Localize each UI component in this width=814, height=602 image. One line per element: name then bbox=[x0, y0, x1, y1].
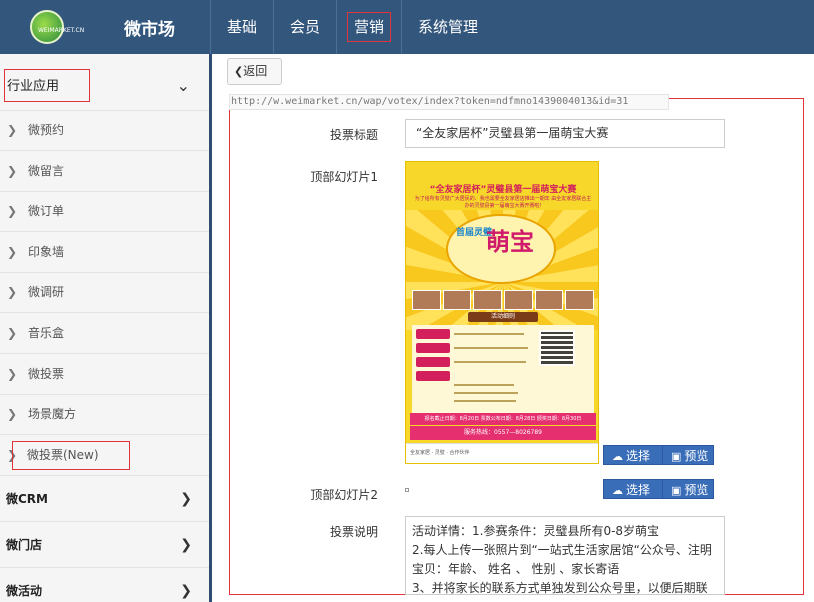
cloud-upload-icon: ☁ bbox=[612, 450, 623, 463]
poster-tag bbox=[416, 343, 450, 353]
top-slide1-label: 顶部幻灯片1 bbox=[310, 170, 378, 184]
qr-code bbox=[539, 330, 575, 366]
sidebar-item-label: 音乐盒 bbox=[28, 326, 65, 340]
sidebar: 行业应用 ⌄ ❯ 微预约 ❯ 微留言 ❯ 微订单 ❯ 印象墙 ❯ 微调研 ❯ 音乐盒 ❯ 微投… bbox=[0, 54, 212, 602]
poster-line bbox=[454, 347, 528, 349]
select-label: 选择 bbox=[626, 449, 651, 463]
poster-tag bbox=[416, 329, 450, 339]
top-slide2-label: 顶部幻灯片2 bbox=[310, 488, 378, 502]
sidebar-item-label: 微订单 bbox=[28, 204, 65, 218]
sidebar-item-toupiao-new[interactable]: ❯ 微投票(New) bbox=[0, 435, 206, 475]
preview-label: 预览 bbox=[684, 483, 709, 497]
top-slide1-image: “全友家居杯”灵璧县第一届萌宝大赛 为了给所有灵璧广大居民的、我也需要全友家居店… bbox=[405, 161, 599, 464]
sidebar-item-liuyan[interactable]: ❯ 微留言 bbox=[0, 151, 206, 191]
sidebar-item-yinyuehe[interactable]: ❯ 音乐盒 bbox=[0, 313, 206, 353]
chevron-right-icon: ❯ bbox=[7, 245, 18, 259]
logo-text: WEIMARKET.CN bbox=[38, 27, 85, 34]
app-title: 微市场 bbox=[124, 20, 175, 40]
nav-marketing[interactable]: 营销 bbox=[336, 0, 401, 54]
chevron-right-icon: ❯ bbox=[7, 123, 18, 137]
cloud-upload-icon: ☁ bbox=[612, 484, 623, 497]
top-slide2-image bbox=[405, 488, 409, 492]
select-button-2[interactable]: ☁ 选择 bbox=[603, 479, 663, 499]
sidebar-item-yuyue[interactable]: ❯ 微预约 bbox=[0, 110, 206, 150]
sidebar-item-label: 印象墙 bbox=[28, 245, 65, 259]
poster-subline: 为了给所有灵璧广大居民的、我也需要全友家居店推出一期年 由全友家居联合主办的灵璧… bbox=[414, 196, 592, 209]
chevron-right-icon: ❯ bbox=[7, 204, 18, 218]
description-line: 3、并将家长的联系方式单独发到公众号里，以便后期联 bbox=[412, 581, 708, 595]
poster-line bbox=[454, 384, 514, 386]
description-line: 活动详情：1.参赛条件：灵璧县所有0-8岁萌宝 bbox=[412, 524, 660, 538]
sidebar-item-dingdan[interactable]: ❯ 微订单 bbox=[0, 191, 206, 231]
sidebar-group-label: 微活动 bbox=[6, 584, 43, 598]
poster-line bbox=[454, 361, 526, 363]
description-line: 宝贝：年龄、 姓名 、 性别 、家长寄语 bbox=[412, 562, 620, 576]
poster-line bbox=[454, 392, 518, 394]
sidebar-item-label: 微投票 bbox=[28, 367, 65, 381]
chevron-down-icon: ⌄ bbox=[176, 76, 190, 95]
sidebar-section-title: 行业应用 bbox=[4, 69, 90, 102]
poster-headline: “全友家居杯”灵璧县第一届萌宝大赛 bbox=[429, 185, 577, 195]
poster-line bbox=[454, 333, 524, 335]
divider bbox=[0, 475, 209, 476]
poster-photo-strip bbox=[412, 290, 595, 310]
sidebar-group-activity[interactable]: 微活动 ❯ bbox=[0, 569, 206, 602]
sidebar-item-label: 场景魔方 bbox=[28, 407, 77, 421]
nav-marketing-label: 营销 bbox=[347, 12, 392, 42]
chevron-right-icon: ❯ bbox=[7, 326, 18, 340]
chevron-right-icon: ❯ bbox=[180, 491, 192, 507]
select-label: 选择 bbox=[626, 483, 651, 497]
sidebar-group-store[interactable]: 微门店 ❯ bbox=[0, 523, 206, 567]
vote-title-label: 投票标题 bbox=[329, 128, 378, 142]
divider bbox=[0, 567, 209, 568]
poster-phone: 服务热线：0557—8026789 bbox=[410, 426, 596, 440]
vote-title-input[interactable]: “全友家居杯”灵璧县第一届萌宝大赛 bbox=[405, 119, 725, 148]
sidebar-item-label: 微投票(New) bbox=[12, 441, 130, 470]
description-label: 投票说明 bbox=[329, 525, 378, 539]
chevron-right-icon: ❯ bbox=[7, 285, 18, 299]
poster-tag bbox=[416, 357, 450, 367]
chevron-right-icon: ❯ bbox=[7, 407, 18, 421]
poster-footer-text: 全友家居 · 灵璧 · 合作伙伴 bbox=[410, 450, 470, 456]
preview-label: 预览 bbox=[684, 449, 709, 463]
preview-button-1[interactable]: ▣ 预览 bbox=[662, 445, 714, 465]
chevron-right-icon: ❯ bbox=[180, 583, 192, 599]
nav-system[interactable]: 系统管理 bbox=[401, 0, 494, 54]
sidebar-section-header[interactable]: 行业应用 ⌄ bbox=[0, 66, 206, 108]
chevron-right-icon: ❯ bbox=[180, 537, 192, 553]
poster-line bbox=[454, 400, 516, 402]
select-button-1[interactable]: ☁ 选择 bbox=[603, 445, 663, 465]
back-label: 返回 bbox=[243, 64, 268, 78]
sidebar-group-crm[interactable]: 微CRM ❯ bbox=[0, 477, 206, 521]
sidebar-item-changjing[interactable]: ❯ 场景魔方 bbox=[0, 394, 206, 434]
description-textarea[interactable]: 活动详情：1.参赛条件：灵璧县所有0-8岁萌宝 2.每人上传一张照片到“一站式生… bbox=[405, 516, 725, 595]
chevron-right-icon: ❯ bbox=[7, 367, 18, 381]
sidebar-item-diaoyan[interactable]: ❯ 微调研 bbox=[0, 272, 206, 312]
chevron-right-icon: ❯ bbox=[7, 164, 18, 178]
sidebar-item-label: 微调研 bbox=[28, 285, 65, 299]
chevron-left-icon: ❮ bbox=[234, 65, 244, 78]
divider bbox=[0, 521, 209, 522]
back-button[interactable]: ❮返回 bbox=[227, 58, 282, 85]
poster-tag bbox=[416, 371, 450, 381]
poster-footer: 全友家居 · 灵璧 · 合作伙伴 bbox=[406, 443, 598, 463]
sidebar-group-label: 微门店 bbox=[6, 538, 43, 552]
nav-basic[interactable]: 基础 bbox=[210, 0, 273, 54]
image-icon: ▣ bbox=[671, 484, 682, 497]
sidebar-item-yinxiangqiang[interactable]: ❯ 印象墙 bbox=[0, 232, 206, 272]
main-nav: 基础 会员 营销 系统管理 bbox=[210, 0, 494, 54]
poster-dates: 报名截止日期：8月20日 票数公布日期：8月28日 颁奖日期：8月30日 bbox=[410, 413, 596, 425]
image-icon: ▣ bbox=[671, 450, 682, 463]
top-bar: WEIMARKET.CN 微市场 基础 会员 营销 系统管理 bbox=[0, 0, 814, 54]
description-line: 2.每人上传一张照片到“一站式生活家居馆“公众号、注明 bbox=[412, 543, 712, 557]
sidebar-item-label: 微预约 bbox=[28, 123, 65, 137]
poster-activity-title: 活动细则 bbox=[468, 312, 538, 322]
vote-url[interactable]: http://w.weimarket.cn/wap/votex/index?to… bbox=[229, 94, 669, 110]
sidebar-group-label: 微CRM bbox=[6, 492, 48, 506]
poster-brand-big: 萌宝 bbox=[486, 228, 534, 256]
sidebar-item-toupiao[interactable]: ❯ 微投票 bbox=[0, 354, 206, 394]
nav-member[interactable]: 会员 bbox=[273, 0, 336, 54]
sidebar-item-label: 微留言 bbox=[28, 164, 65, 178]
preview-button-2[interactable]: ▣ 预览 bbox=[662, 479, 714, 499]
